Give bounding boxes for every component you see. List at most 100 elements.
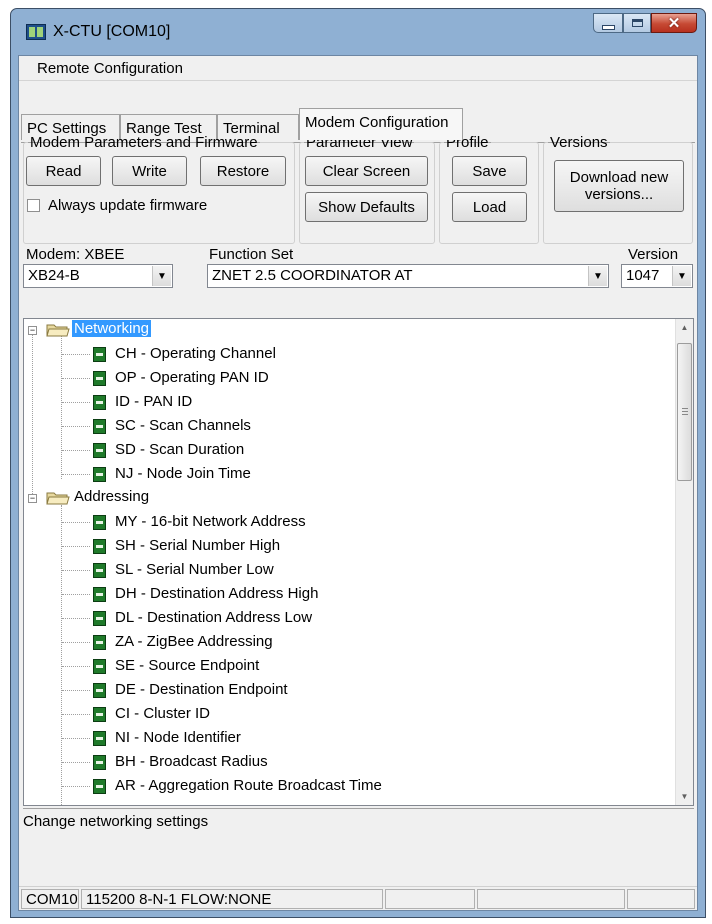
status-settings: 115200 8-N-1 FLOW:NONE — [81, 889, 383, 909]
clear-screen-button[interactable]: Clear Screen — [305, 156, 428, 186]
load-profile-button[interactable]: Load — [452, 192, 527, 222]
tree-item-dh[interactable]: DH - Destination Address High — [24, 583, 664, 605]
tree-vertical-scrollbar[interactable]: ▲ ▼ — [675, 319, 693, 805]
tree-item-label: DE - Destination Endpoint — [115, 681, 288, 698]
tree-folder-label: Addressing — [74, 488, 150, 505]
tree-item-label: SD - Scan Duration — [115, 441, 245, 458]
tree-item-label: ZA - ZigBee Addressing — [115, 633, 273, 650]
tree-item-label: SH - Serial Number High — [115, 537, 281, 554]
tree-item-label: SL - Serial Number Low — [115, 561, 274, 578]
tree-item-sl[interactable]: SL - Serial Number Low — [24, 559, 664, 581]
tree-item-ar[interactable]: AR - Aggregation Route Broadcast Time — [24, 775, 664, 797]
tree-item-label: DH - Destination Address High — [115, 585, 319, 602]
tree-item-label: DL - Destination Address Low — [115, 609, 313, 626]
save-profile-button[interactable]: Save — [452, 156, 527, 186]
show-defaults-button[interactable]: Show Defaults — [305, 192, 428, 222]
folder-icon — [46, 324, 70, 337]
scroll-down-icon[interactable]: ▼ — [676, 788, 693, 805]
scroll-up-icon[interactable]: ▲ — [676, 319, 693, 336]
tree-item-label: CI - Cluster ID — [115, 705, 211, 722]
tree-item-sd[interactable]: SD - Scan Duration — [24, 439, 664, 461]
parameter-icon — [93, 467, 106, 482]
title-bar[interactable]: X-CTU [COM10] ✕ — [11, 9, 705, 55]
maximize-button[interactable] — [623, 13, 651, 33]
parameter-view-group: Parameter View — [299, 134, 435, 244]
tree-item-za[interactable]: ZA - ZigBee Addressing — [24, 631, 664, 653]
close-button[interactable]: ✕ — [651, 13, 697, 33]
tree-item-id[interactable]: ID - PAN ID — [24, 391, 664, 413]
tree-item-label: ID - PAN ID — [115, 393, 193, 410]
xctu-app-icon — [26, 24, 46, 40]
function-set-select-value: ZNET 2.5 COORDINATOR AT — [212, 267, 413, 284]
close-icon: ✕ — [667, 14, 681, 32]
parameter-icon — [93, 731, 106, 746]
tree-folder-networking[interactable]: − Networking — [24, 319, 664, 341]
chevron-down-icon[interactable]: ▼ — [672, 266, 691, 286]
tree-item-label: SE - Source Endpoint — [115, 657, 260, 674]
tab-modem-configuration[interactable]: Modem Configuration — [299, 108, 463, 140]
minimize-icon — [601, 24, 615, 30]
restore-button[interactable]: Restore — [200, 156, 286, 186]
status-pane-empty — [627, 889, 695, 909]
chevron-down-icon[interactable]: ▼ — [152, 266, 171, 286]
modem-select[interactable]: XB24-B ▼ — [23, 264, 173, 288]
tree-item-sc[interactable]: SC - Scan Channels — [24, 415, 664, 437]
parameter-icon — [93, 395, 106, 410]
download-new-versions-button[interactable]: Download new versions... — [554, 160, 684, 212]
read-button[interactable]: Read — [26, 156, 101, 186]
tree-item-ch[interactable]: CH - Operating Channel — [24, 343, 664, 365]
group-legend: Modem Parameters and Firmware — [30, 134, 258, 151]
tree-item-ni[interactable]: NI - Node Identifier — [24, 727, 664, 749]
download-line-1: Download new — [569, 169, 669, 186]
tree-item-de[interactable]: DE - Destination Endpoint — [24, 679, 664, 701]
tree-item-label: SC - Scan Channels — [115, 417, 251, 434]
menu-remote-configuration[interactable]: Remote Configuration — [37, 60, 183, 77]
xctu-window: X-CTU [COM10] ✕ Remote Configuration PC … — [10, 8, 706, 918]
menu-bar: Remote Configuration — [19, 56, 697, 81]
tree-item-se[interactable]: SE - Source Endpoint — [24, 655, 664, 677]
parameter-icon — [93, 587, 106, 602]
always-update-firmware-checkbox[interactable] — [27, 199, 40, 212]
version-select[interactable]: 1047 ▼ — [621, 264, 693, 288]
tab-label: Modem Configuration — [305, 114, 449, 131]
write-button[interactable]: Write — [112, 156, 187, 186]
minimize-button[interactable] — [593, 13, 623, 33]
tree-item-label: BH - Broadcast Radius — [115, 753, 268, 770]
parameter-icon — [93, 635, 106, 650]
chevron-down-icon[interactable]: ▼ — [588, 266, 607, 286]
tree-item-bh[interactable]: BH - Broadcast Radius — [24, 751, 664, 773]
modem-parameters-group: Modem Parameters and Firmware — [23, 134, 295, 244]
function-set-select[interactable]: ZNET 2.5 COORDINATOR AT ▼ — [207, 264, 609, 288]
always-update-firmware-label: Always update firmware — [48, 197, 208, 214]
group-legend: Versions — [550, 134, 608, 151]
tree-item-label: AR - Aggregation Route Broadcast Time — [115, 777, 382, 794]
parameter-icon — [93, 659, 106, 674]
tree-folder-addressing[interactable]: − Addressing — [24, 487, 664, 509]
grip-line — [682, 414, 688, 415]
description-text: Change networking settings — [23, 813, 209, 830]
parameter-icon — [93, 755, 106, 770]
tree-item-ci[interactable]: CI - Cluster ID — [24, 703, 664, 725]
collapse-icon[interactable]: − — [28, 326, 37, 335]
parameter-icon — [93, 683, 106, 698]
modem-label: Modem: XBEE — [26, 246, 125, 263]
version-label: Version — [628, 246, 679, 263]
collapse-icon[interactable]: − — [28, 494, 37, 503]
tree-item-dl[interactable]: DL - Destination Address Low — [24, 607, 664, 629]
parameter-icon — [93, 347, 106, 362]
parameter-tree[interactable]: − Networking CH - Operating Channel OP -… — [23, 318, 694, 806]
tree-item-sh[interactable]: SH - Serial Number High — [24, 535, 664, 557]
tree-item-op[interactable]: OP - Operating PAN ID — [24, 367, 664, 389]
tree-item-label: OP - Operating PAN ID — [115, 369, 269, 386]
parameter-icon — [93, 443, 106, 458]
parameter-icon — [93, 539, 106, 554]
tree-item-my[interactable]: MY - 16-bit Network Address — [24, 511, 664, 533]
parameter-icon — [93, 515, 106, 530]
tree-item-label: CH - Operating Channel — [115, 345, 276, 362]
grip-line — [682, 411, 688, 412]
tree-item-nj[interactable]: NJ - Node Join Time — [24, 463, 664, 485]
client-area: Remote Configuration PC Settings Range T… — [18, 55, 698, 911]
tree-item-label: NJ - Node Join Time — [115, 465, 251, 482]
scrollbar-thumb[interactable] — [677, 343, 692, 481]
description-panel: Change networking settings — [23, 808, 694, 884]
